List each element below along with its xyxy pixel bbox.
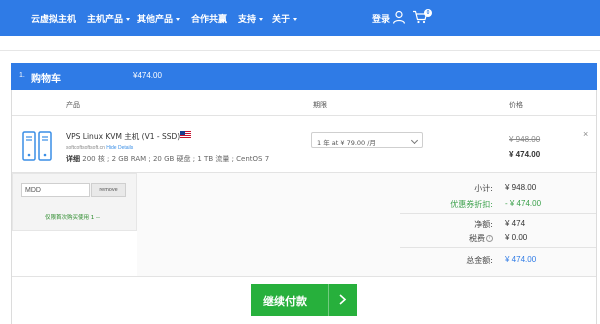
net-label: 净额: xyxy=(474,220,493,229)
divider xyxy=(12,276,596,277)
discount-label: 优惠券折扣: xyxy=(450,200,493,209)
column-header-price: 价格 xyxy=(509,101,523,109)
total-value: ¥ 474.00 xyxy=(505,255,537,264)
divider xyxy=(400,213,596,214)
product-hostname: softcoftsoftsoft.cn Hide Details xyxy=(66,145,133,151)
hostname-text: softcoftsoftsoft.cn xyxy=(66,145,105,151)
cart-header: 1. 购物车 ¥474.00 xyxy=(11,63,597,90)
divider xyxy=(0,50,600,51)
subtotal-label: 小计: xyxy=(474,184,493,193)
nav-label: 主机产品 xyxy=(87,15,124,25)
nav-item-host-products[interactable]: 主机产品 xyxy=(87,12,131,25)
help-icon[interactable]: ? xyxy=(486,235,493,242)
nav-item-other-products[interactable]: 其他产品 xyxy=(137,12,181,25)
spec-text: 200 核 ; 2 GB RAM ; 20 GB 硬盘 ; 1 TB 流量 ; … xyxy=(82,155,270,163)
divider xyxy=(12,115,596,116)
remove-item-button[interactable]: × xyxy=(583,129,588,139)
column-header-cycle: 期限 xyxy=(313,101,327,109)
checkout-label: 继续付款 xyxy=(263,295,307,308)
remove-promo-button[interactable]: remove xyxy=(91,183,126,197)
checkout-button[interactable]: 继续付款 xyxy=(251,284,357,316)
nav-item-about[interactable]: 关于 xyxy=(272,12,298,25)
product-specs: 详细 200 核 ; 2 GB RAM ; 20 GB 硬盘 ; 1 TB 流量… xyxy=(66,154,269,164)
user-icon[interactable] xyxy=(392,10,406,24)
button-divider xyxy=(328,284,329,316)
promo-note: 仅限首次购买使用 1 -- xyxy=(45,215,100,221)
tax-value: ¥ 0.00 xyxy=(505,233,528,242)
cart-header-total: ¥474.00 xyxy=(133,71,162,80)
promo-code-input[interactable] xyxy=(21,183,90,197)
divider xyxy=(400,247,596,248)
net-value: ¥ 474 xyxy=(505,219,526,228)
us-flag-icon xyxy=(180,131,191,138)
login-link[interactable]: 登录 xyxy=(372,12,390,25)
nav-label: 支持 xyxy=(238,15,257,25)
spec-prefix: 详细 xyxy=(66,155,80,163)
subtotal-value: ¥ 948.00 xyxy=(505,183,537,192)
caret-down-icon xyxy=(126,18,131,21)
nav-item-partners[interactable]: 合作共赢 xyxy=(191,12,227,25)
nav-label: 关于 xyxy=(272,15,291,25)
top-navbar: 云虚拟主机 主机产品 其他产品 合作共赢 支持 关于 登录 0 xyxy=(0,0,600,36)
server-icon xyxy=(22,131,52,161)
cart-title: 购物车 xyxy=(31,74,61,85)
product-name: VPS Linux KVM 主机 (V1 - SSD) xyxy=(66,132,181,141)
step-number: 1. xyxy=(19,72,25,79)
tax-label: 税费? xyxy=(433,233,493,244)
promo-code-panel xyxy=(12,173,137,231)
caret-down-icon xyxy=(259,18,264,21)
discount-value: - ¥ 474.00 xyxy=(505,199,542,208)
nav-item-support[interactable]: 支持 xyxy=(238,12,264,25)
nav-item-cloud-hosting[interactable]: 云虚拟主机 xyxy=(31,12,76,25)
caret-down-icon xyxy=(293,18,298,21)
tax-label-text: 税费 xyxy=(469,234,485,243)
chevron-down-icon xyxy=(410,136,419,145)
column-header-product: 产品 xyxy=(66,101,80,109)
nav-label: 其他产品 xyxy=(137,15,174,25)
caret-down-icon xyxy=(176,18,181,21)
billing-cycle-value: 1 年 at ¥ 79.00 /月 xyxy=(317,139,376,147)
billing-cycle-select[interactable]: 1 年 at ¥ 79.00 /月 xyxy=(311,132,423,148)
discounted-price: ¥ 474.00 xyxy=(509,150,541,159)
original-price: ¥ 948.00 xyxy=(509,135,541,144)
hide-details-link[interactable]: Hide Details xyxy=(106,145,133,151)
total-label: 总金额: xyxy=(466,256,493,265)
cart-count-badge: 0 xyxy=(424,9,432,17)
chevron-right-icon xyxy=(339,294,347,305)
